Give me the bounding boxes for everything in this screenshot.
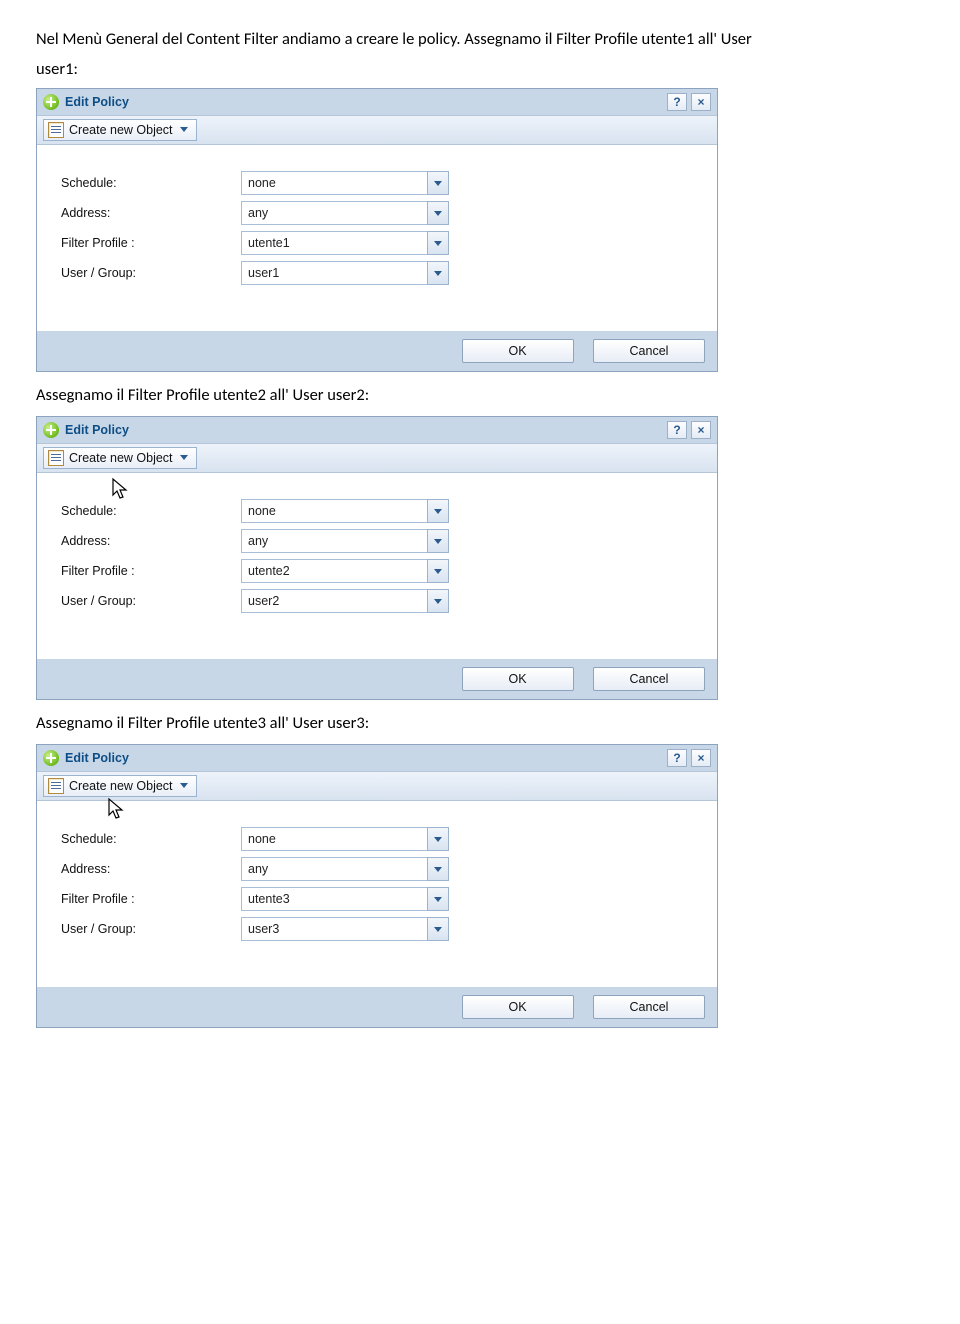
dropdown-caret-icon: [180, 127, 188, 132]
ok-button[interactable]: OK: [462, 667, 574, 691]
caption-3: Assegnamo il Filter Profile utente3 all'…: [36, 712, 924, 736]
chevron-down-icon: [427, 171, 449, 195]
object-icon: [48, 122, 64, 138]
dialog-header: Edit Policy ? ×: [37, 417, 717, 444]
chevron-down-icon: [427, 827, 449, 851]
help-button[interactable]: ?: [667, 749, 687, 767]
address-value: any: [241, 857, 427, 881]
chevron-down-icon: [427, 917, 449, 941]
cancel-button[interactable]: Cancel: [593, 339, 705, 363]
schedule-label: Schedule:: [61, 832, 241, 846]
user-group-value: user2: [241, 589, 427, 613]
ok-button[interactable]: OK: [462, 995, 574, 1019]
create-new-object-button[interactable]: Create new Object: [43, 775, 197, 797]
ok-button[interactable]: OK: [462, 339, 574, 363]
user-group-value: user3: [241, 917, 427, 941]
schedule-label: Schedule:: [61, 504, 241, 518]
dialog-body: Schedule: none Address: any Filter Profi…: [37, 145, 717, 331]
schedule-value: none: [241, 827, 427, 851]
cancel-button[interactable]: Cancel: [593, 667, 705, 691]
address-value: any: [241, 201, 427, 225]
dialog-title: Edit Policy: [65, 751, 667, 765]
user-group-value: user1: [241, 261, 427, 285]
filter-profile-select[interactable]: utente1: [241, 231, 449, 255]
user-group-select[interactable]: user1: [241, 261, 449, 285]
edit-policy-dialog-1: Edit Policy ? × Create new Object Schedu…: [36, 88, 718, 372]
toolbar: Create new Object: [37, 444, 717, 473]
address-label: Address:: [61, 862, 241, 876]
filter-profile-label: Filter Profile :: [61, 892, 241, 906]
dialog-header: Edit Policy ? ×: [37, 745, 717, 772]
filter-profile-label: Filter Profile :: [61, 564, 241, 578]
add-icon: [43, 422, 59, 438]
dialog-title: Edit Policy: [65, 95, 667, 109]
cancel-button[interactable]: Cancel: [593, 995, 705, 1019]
user-group-select[interactable]: user3: [241, 917, 449, 941]
chevron-down-icon: [427, 589, 449, 613]
object-icon: [48, 778, 64, 794]
address-value: any: [241, 529, 427, 553]
filter-profile-value: utente1: [241, 231, 427, 255]
chevron-down-icon: [427, 201, 449, 225]
address-label: Address:: [61, 206, 241, 220]
schedule-select[interactable]: none: [241, 499, 449, 523]
schedule-value: none: [241, 499, 427, 523]
filter-profile-value: utente3: [241, 887, 427, 911]
chevron-down-icon: [427, 857, 449, 881]
user-group-label: User / Group:: [61, 922, 241, 936]
caption-2: Assegnamo il Filter Profile utente2 all'…: [36, 384, 924, 408]
dropdown-caret-icon: [180, 455, 188, 460]
dialog-body: Schedule: none Address: any Filter Profi…: [37, 801, 717, 987]
close-button[interactable]: ×: [691, 93, 711, 111]
chevron-down-icon: [427, 887, 449, 911]
filter-profile-value: utente2: [241, 559, 427, 583]
dialog-body: Schedule: none Address: any Filter Profi…: [37, 473, 717, 659]
help-button[interactable]: ?: [667, 421, 687, 439]
schedule-label: Schedule:: [61, 176, 241, 190]
edit-policy-dialog-2: Edit Policy ? × Create new Object Schedu…: [36, 416, 718, 700]
dialog-footer: OK Cancel: [37, 331, 717, 371]
schedule-value: none: [241, 171, 427, 195]
filter-profile-label: Filter Profile :: [61, 236, 241, 250]
cursor-icon: [111, 477, 129, 501]
dialog-title: Edit Policy: [65, 423, 667, 437]
chevron-down-icon: [427, 499, 449, 523]
filter-profile-select[interactable]: utente2: [241, 559, 449, 583]
object-icon: [48, 450, 64, 466]
address-select[interactable]: any: [241, 201, 449, 225]
add-icon: [43, 94, 59, 110]
intro-line-1: Nel Menù General del Content Filter andi…: [36, 28, 924, 52]
toolbar: Create new Object: [37, 772, 717, 801]
user-group-select[interactable]: user2: [241, 589, 449, 613]
toolbar: Create new Object: [37, 116, 717, 145]
address-select[interactable]: any: [241, 857, 449, 881]
chevron-down-icon: [427, 231, 449, 255]
create-new-object-label: Create new Object: [69, 123, 173, 137]
create-new-object-label: Create new Object: [69, 451, 173, 465]
create-new-object-button[interactable]: Create new Object: [43, 119, 197, 141]
dialog-footer: OK Cancel: [37, 987, 717, 1027]
dialog-header: Edit Policy ? ×: [37, 89, 717, 116]
add-icon: [43, 750, 59, 766]
create-new-object-label: Create new Object: [69, 779, 173, 793]
create-new-object-button[interactable]: Create new Object: [43, 447, 197, 469]
chevron-down-icon: [427, 559, 449, 583]
address-label: Address:: [61, 534, 241, 548]
dialog-footer: OK Cancel: [37, 659, 717, 699]
close-button[interactable]: ×: [691, 749, 711, 767]
user-group-label: User / Group:: [61, 266, 241, 280]
cursor-icon: [107, 797, 125, 821]
chevron-down-icon: [427, 529, 449, 553]
help-button[interactable]: ?: [667, 93, 687, 111]
filter-profile-select[interactable]: utente3: [241, 887, 449, 911]
schedule-select[interactable]: none: [241, 827, 449, 851]
user-group-label: User / Group:: [61, 594, 241, 608]
edit-policy-dialog-3: Edit Policy ? × Create new Object Schedu…: [36, 744, 718, 1028]
dropdown-caret-icon: [180, 783, 188, 788]
schedule-select[interactable]: none: [241, 171, 449, 195]
chevron-down-icon: [427, 261, 449, 285]
address-select[interactable]: any: [241, 529, 449, 553]
close-button[interactable]: ×: [691, 421, 711, 439]
intro-line-2: user1:: [36, 58, 924, 82]
